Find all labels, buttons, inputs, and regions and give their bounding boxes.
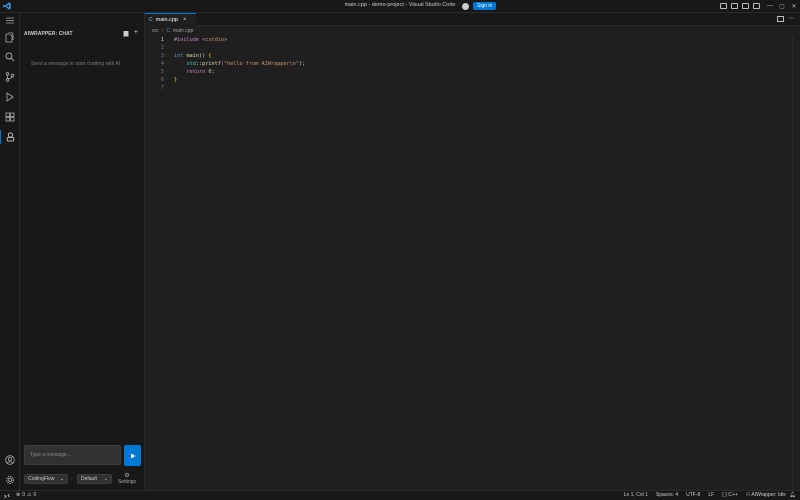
line-number: 2 <box>160 45 164 51</box>
status-bar: ⊗ 0 ⚠ 0 Ln 1, Col 1 Spaces: 4 UTF-8 LF {… <box>0 490 800 500</box>
notifications-bell-icon[interactable]: 🔔︎ <box>790 492 796 498</box>
toggle-panel-icon[interactable] <box>731 3 738 9</box>
code-line: 2 <box>145 44 800 52</box>
manage-gear-icon[interactable] <box>0 473 19 487</box>
settings-button[interactable]: ⚙ Settings <box>117 473 137 485</box>
aiwrapper-chat-icon[interactable] <box>0 130 19 144</box>
activity-bar <box>0 13 20 490</box>
problems-indicator[interactable]: ⊗ 0 ⚠ 0 <box>16 492 36 498</box>
breadcrumb-folder[interactable]: src <box>152 28 159 34</box>
remote-icon <box>3 493 10 498</box>
cpp-file-icon: C <box>149 17 153 23</box>
panel-title: AIWRAPPER: CHAT <box>24 31 73 37</box>
empty-chat-message: Send a message to start chatting with AI… <box>31 61 122 67</box>
warning-icon: ⚠ <box>26 492 32 498</box>
sign-in-button[interactable]: Sign in <box>473 2 497 10</box>
mode-select-value: CodingFlow <box>28 476 55 482</box>
model-select[interactable]: Default ⌄ <box>77 474 112 484</box>
chevron-right-icon: › <box>161 28 164 34</box>
chevron-down-icon: ⌄ <box>103 476 108 482</box>
tab-label: main.cpp <box>155 17 178 23</box>
line-number: 7 <box>160 85 164 91</box>
code-line: 6 } <box>145 76 800 84</box>
accounts-icon[interactable] <box>0 453 19 467</box>
breadcrumb: src › C main.cpp <box>152 27 193 35</box>
new-chat-icon[interactable]: + <box>134 29 138 37</box>
aiwrapper-chat-panel: AIWRAPPER: CHAT + Send a message to star… <box>20 13 145 490</box>
more-actions-icon[interactable]: ⋯ <box>788 14 795 22</box>
chat-input-box[interactable] <box>24 445 121 465</box>
braces-icon: { } <box>722 492 727 498</box>
chat-message-input[interactable] <box>25 446 120 464</box>
line-number: 5 <box>160 69 164 75</box>
chevron-down-icon: ⌄ <box>59 476 64 482</box>
mode-select[interactable]: CodingFlow ⌄ <box>24 474 68 484</box>
encoding[interactable]: UTF-8 <box>686 492 700 498</box>
customize-layout-icon[interactable] <box>753 3 760 9</box>
remote-indicator[interactable] <box>0 491 13 500</box>
maximize-icon[interactable]: ▢ <box>776 3 788 10</box>
code-line: 3 int main() { <box>145 52 800 60</box>
extensions-icon[interactable] <box>0 110 19 124</box>
close-tab-icon[interactable]: × <box>183 17 187 23</box>
line-number: 1 <box>160 37 164 43</box>
aiwrapper-status-icon: ⚇ <box>745 492 751 498</box>
code-line: 1 #include <cstdio> <box>145 36 800 44</box>
code-line: 7 <box>145 84 800 92</box>
settings-label: Settings <box>117 479 137 485</box>
code-editor[interactable]: 1 #include <cstdio> 2 3 int main() { 4 s… <box>145 36 800 92</box>
menu-icon[interactable] <box>0 13 19 27</box>
line-number: 4 <box>160 61 164 67</box>
close-window-icon[interactable]: ✕ <box>788 3 800 10</box>
clipboard-icon[interactable] <box>123 30 129 37</box>
end-of-line[interactable]: LF <box>708 492 714 498</box>
warning-count: 0 <box>33 492 37 498</box>
line-number: 3 <box>160 53 164 59</box>
editor-tab-bar: C main.cpp × ⋯ <box>145 13 800 26</box>
window-title: main.cpp - demo-project - Visual Studio … <box>344 2 456 8</box>
language-mode[interactable]: { } C++ <box>722 492 738 498</box>
split-editor-icon[interactable] <box>777 16 784 22</box>
code-line: 4 std::printf("hello from AIWrapper\n"); <box>145 60 800 68</box>
aiwrapper-status[interactable]: ⚇ AIWrapper: Idle <box>746 492 786 498</box>
copilot-icon[interactable] <box>462 2 469 10</box>
send-button[interactable] <box>124 445 141 466</box>
error-icon: ⊗ <box>16 492 21 498</box>
code-line: 5 return 0; <box>145 68 800 76</box>
toggle-secondary-sidebar-icon[interactable] <box>742 3 749 9</box>
explorer-icon[interactable] <box>0 30 19 44</box>
chevron-right-icon: › <box>71 476 73 482</box>
breadcrumb-file[interactable]: main.cpp <box>173 28 193 34</box>
send-icon <box>130 453 135 458</box>
indentation[interactable]: Spaces: 4 <box>656 492 678 498</box>
minimize-icon[interactable]: — <box>764 3 776 9</box>
cursor-position[interactable]: Ln 1, Col 1 <box>624 492 648 498</box>
source-control-icon[interactable] <box>0 70 19 84</box>
run-debug-icon[interactable] <box>0 90 19 104</box>
editor-scrollbar[interactable] <box>792 36 800 490</box>
tab-main-cpp[interactable]: C main.cpp × <box>145 13 196 26</box>
search-icon[interactable] <box>0 50 19 64</box>
model-select-value: Default <box>81 476 97 482</box>
toggle-primary-sidebar-icon[interactable] <box>720 3 727 9</box>
cpp-file-icon: C <box>166 28 170 34</box>
error-count: 0 <box>22 492 25 498</box>
line-number: 6 <box>160 77 164 83</box>
title-bar: main.cpp - demo-project - Visual Studio … <box>0 0 800 13</box>
